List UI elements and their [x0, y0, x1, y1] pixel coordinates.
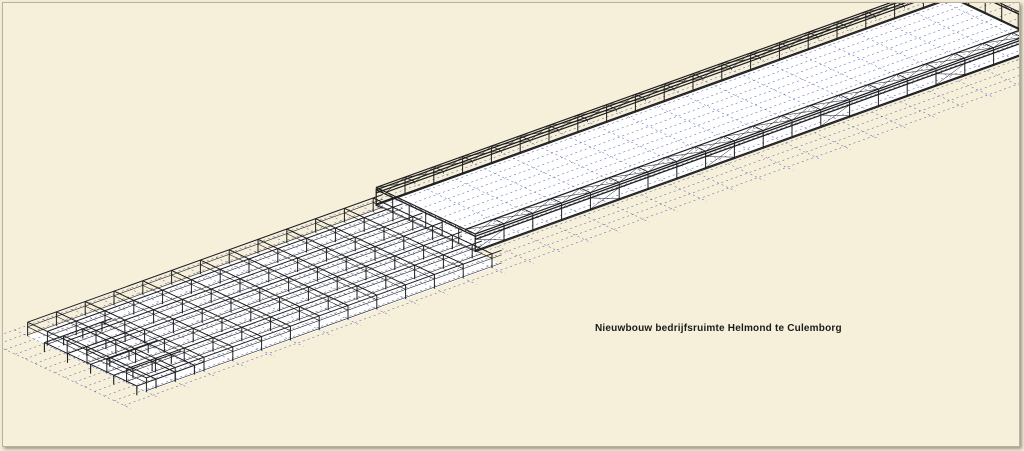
floor-slab-face: [27, 208, 502, 392]
structural-model-drawing: [3, 3, 1019, 409]
floor-slab-face: [374, 3, 1019, 253]
grid-line: [25, 3, 1015, 360]
drawing-caption: Nieuwbouw bedrijfsruimte Helmond te Cule…: [595, 323, 842, 334]
drawing-frame: Nieuwbouw bedrijfsruimte Helmond te Cule…: [2, 2, 1020, 447]
floor-slab: [27, 3, 1019, 392]
